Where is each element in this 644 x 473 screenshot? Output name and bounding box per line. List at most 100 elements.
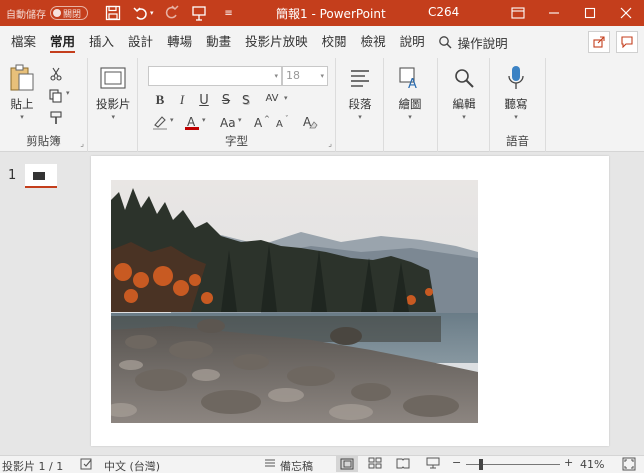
- status-bar: 投影片 1 / 1 中文 (台灣) 備忘稿 − + 41%: [0, 455, 644, 473]
- dictate-label: 聽寫: [504, 97, 528, 111]
- paragraph-button[interactable]: 段落 ▾: [346, 64, 374, 121]
- font-group-label: 字型: [225, 134, 248, 148]
- drawing-button[interactable]: A 繪圖 ▾: [396, 64, 424, 121]
- search-icon: [438, 36, 452, 49]
- slide-canvas[interactable]: [91, 156, 609, 446]
- strikethrough-button[interactable]: S: [216, 90, 236, 110]
- copy-dropdown-icon[interactable]: ▾: [66, 89, 70, 97]
- italic-button[interactable]: I: [172, 90, 192, 110]
- svg-text:Aa: Aa: [220, 116, 236, 129]
- share-icon[interactable]: [588, 31, 610, 53]
- tab-slideshow[interactable]: 投影片放映: [238, 26, 315, 58]
- font-group: ▾ 18 ▾ B I U S SS AV ▾ ▾ A ▾ Aa ▾ A^ Aˇ: [138, 58, 336, 152]
- format-painter-icon[interactable]: [46, 108, 66, 128]
- clear-formatting-icon[interactable]: A: [300, 112, 320, 132]
- autosave-state: 關閉: [63, 9, 82, 20]
- fit-slide-icon[interactable]: [622, 457, 636, 473]
- tab-file[interactable]: 檔案: [4, 26, 43, 58]
- accessibility-icon[interactable]: [80, 457, 94, 473]
- highlight-dropdown-icon[interactable]: ▾: [170, 116, 174, 124]
- undo-dropdown-icon[interactable]: ▾: [150, 9, 154, 17]
- save-icon[interactable]: [102, 2, 124, 24]
- undo-icon[interactable]: [130, 2, 152, 24]
- font-size-value: 18: [286, 69, 300, 82]
- minimize-icon[interactable]: [536, 0, 572, 26]
- shrink-font-icon[interactable]: Aˇ: [274, 112, 294, 132]
- text-shadow-icon[interactable]: SS: [238, 90, 258, 110]
- tab-view[interactable]: 檢視: [354, 26, 393, 58]
- tab-transitions[interactable]: 轉場: [160, 26, 199, 58]
- zoom-level[interactable]: 41%: [580, 458, 604, 471]
- clipboard-launcher-icon[interactable]: ⌟: [80, 139, 84, 148]
- user-name[interactable]: C264: [428, 5, 459, 19]
- dictate-dropdown-icon[interactable]: ▾: [514, 113, 518, 121]
- slide-sorter-icon[interactable]: [368, 457, 382, 472]
- tab-animations[interactable]: 動畫: [199, 26, 238, 58]
- font-name-dropdown-icon[interactable]: ▾: [274, 67, 278, 85]
- zoom-slider-handle[interactable]: [479, 459, 483, 470]
- present-icon[interactable]: [188, 2, 210, 24]
- tab-design[interactable]: 設計: [121, 26, 160, 58]
- paste-button[interactable]: 貼上 ▾: [8, 64, 36, 121]
- font-color-icon[interactable]: A: [182, 112, 202, 132]
- svg-text:A: A: [276, 119, 283, 129]
- ribbon-tabs: 檔案 常用 插入 設計 轉場 動畫 投影片放映 校閱 檢視 說明 操作說明: [0, 26, 644, 58]
- highlight-icon[interactable]: [150, 112, 170, 132]
- notes-label[interactable]: 備忘稿: [280, 458, 313, 473]
- grow-font-icon[interactable]: A ^: [252, 112, 272, 132]
- tab-insert[interactable]: 插入: [82, 26, 121, 58]
- bold-button[interactable]: B: [150, 90, 170, 110]
- new-slide-dropdown-icon[interactable]: ▾: [111, 113, 115, 121]
- customize-icon[interactable]: ≡: [218, 2, 240, 24]
- slide-thumbnail[interactable]: [25, 164, 57, 188]
- underline-button[interactable]: U: [194, 90, 214, 110]
- language-indicator[interactable]: 中文 (台灣): [104, 458, 160, 473]
- new-slide-button[interactable]: 投影片 ▾: [96, 64, 131, 121]
- microphone-icon: [502, 64, 530, 92]
- reading-view-icon[interactable]: [396, 457, 410, 472]
- landscape-photo[interactable]: [111, 180, 478, 423]
- change-case-dropdown-icon[interactable]: ▾: [238, 116, 242, 124]
- tab-help[interactable]: 說明: [393, 26, 432, 58]
- title-bar: 自動儲存 關閉 ▾ ≡ 簡報1 - PowerPoint C264: [0, 0, 644, 26]
- editing-label: 編輯: [452, 97, 476, 111]
- maximize-icon[interactable]: [572, 0, 608, 26]
- editing-dropdown-icon[interactable]: ▾: [462, 113, 466, 121]
- copy-icon[interactable]: [46, 86, 66, 106]
- drawing-dropdown-icon[interactable]: ▾: [408, 113, 412, 121]
- character-spacing-button[interactable]: AV: [260, 88, 284, 108]
- font-name-combo[interactable]: ▾: [148, 66, 282, 86]
- comments-icon[interactable]: [616, 31, 638, 53]
- close-icon[interactable]: [608, 0, 644, 26]
- editing-button[interactable]: 編輯 ▾: [450, 64, 478, 121]
- autosave-toggle[interactable]: 關閉: [50, 6, 88, 20]
- cut-icon[interactable]: [46, 64, 66, 84]
- ribbon-display-icon[interactable]: [500, 0, 536, 26]
- notes-icon[interactable]: [264, 457, 276, 472]
- zoom-in-button[interactable]: +: [564, 456, 573, 469]
- tab-home[interactable]: 常用: [43, 26, 82, 58]
- slideshow-view-icon[interactable]: [426, 457, 440, 472]
- dictate-button[interactable]: 聽寫 ▾: [502, 64, 530, 121]
- document-title: 簡報1 - PowerPoint: [276, 7, 386, 21]
- font-launcher-icon[interactable]: ⌟: [328, 139, 332, 148]
- slide-info: 投影片 1 / 1: [2, 460, 64, 473]
- tab-review[interactable]: 校閱: [315, 26, 354, 58]
- tell-me-search[interactable]: 操作說明: [432, 33, 508, 52]
- toggle-knob: [53, 9, 61, 17]
- normal-view-icon[interactable]: [336, 456, 358, 472]
- paste-dropdown-icon[interactable]: ▾: [20, 113, 24, 121]
- redo-icon[interactable]: [160, 2, 182, 24]
- paragraph-dropdown-icon[interactable]: ▾: [358, 113, 362, 121]
- font-size-dropdown-icon[interactable]: ▾: [320, 67, 324, 85]
- new-slide-icon: [99, 64, 127, 92]
- zoom-out-button[interactable]: −: [452, 456, 461, 469]
- font-size-combo[interactable]: 18 ▾: [282, 66, 328, 86]
- change-case-icon[interactable]: Aa: [218, 112, 238, 132]
- vertical-scrollbar[interactable]: [626, 152, 644, 452]
- font-color-dropdown-icon[interactable]: ▾: [202, 116, 206, 124]
- voice-group-label: 語音: [506, 134, 529, 148]
- spacing-dropdown-icon[interactable]: ▾: [284, 94, 288, 102]
- clipboard-group-label: 剪貼簿: [26, 134, 61, 148]
- ribbon: 貼上 ▾ ▾ 剪貼簿 ⌟ 投影片 ▾ ▾ 18 ▾ B I U S S S AV…: [0, 58, 644, 152]
